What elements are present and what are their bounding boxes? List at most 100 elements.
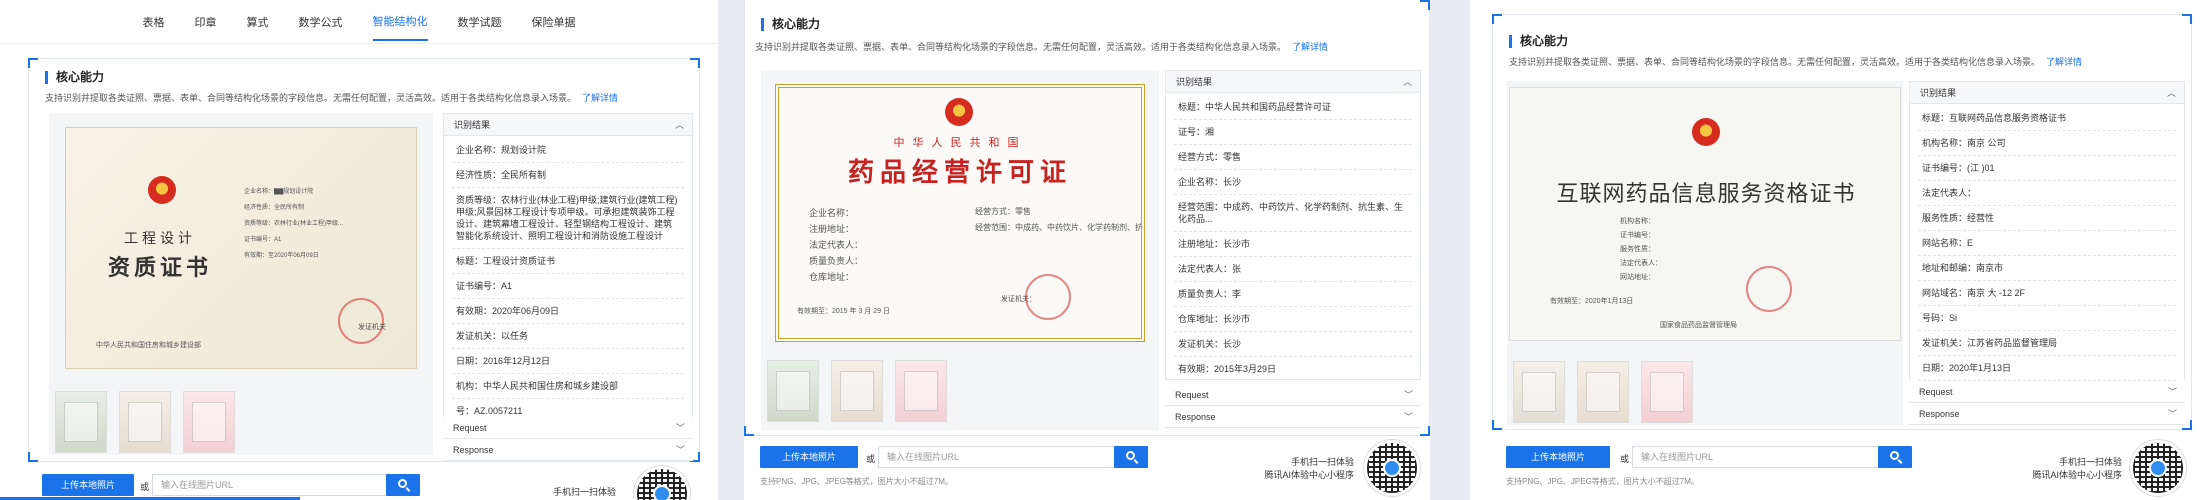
response-label: Response [1919, 409, 1960, 419]
response-toggle[interactable]: Response ﹀ [1165, 406, 1421, 428]
result-fields: 标题：互联网药品信息服务资格证书 机构名称：南京 公司 证书编号：(江 )01 法定代… [1910, 104, 2184, 383]
sample-thumbnail[interactable] [1577, 361, 1629, 423]
cert-issue-label: 发证机关 [358, 324, 386, 331]
upload-button[interactable]: 上传本地照片 [42, 474, 134, 496]
field-label: 证号： [1178, 127, 1206, 137]
field-value: 2020年1月13日 [1949, 363, 2012, 373]
field-label: 证书编号： [1922, 163, 1968, 173]
field-label: 机构名称： [1922, 138, 1968, 148]
nav-item[interactable]: 保险单据 [532, 4, 576, 40]
field-value: 南京 公司 [1967, 138, 2006, 148]
core-card: 核心能力 支持识别并提取各类证照、票据、表单、合同等结构化场景的字段信息。无需任… [1492, 14, 2192, 430]
result-field: 有效期：2015年3月29日 [1174, 357, 1412, 379]
field-label: 网站名称： [1922, 238, 1968, 248]
nav-item[interactable]: 算式 [247, 4, 269, 40]
field-value: 全民所有制 [501, 170, 547, 180]
field-label: 网站域名： [1922, 288, 1968, 298]
detail-link[interactable]: 了解详情 [2046, 57, 2082, 67]
result-header[interactable]: 识别结果 ︿ [444, 114, 692, 136]
sample-thumbnail[interactable] [1641, 361, 1693, 423]
field-value: 2015年3月29日 [1214, 364, 1277, 374]
result-field: 经营范围：中成药、中药饮片、化学药制剂、抗生素、生化药品... [1174, 195, 1412, 232]
field-label: 企业名称： [1178, 177, 1224, 187]
nav-item[interactable]: 表格 [143, 4, 165, 40]
field-value: 经营性 [1967, 213, 1995, 223]
field-label: 地址和邮编： [1922, 263, 1977, 273]
result-header[interactable]: 识别结果 ︿ [1166, 71, 1420, 93]
certificate-image: 中华人民共和国 药品经营许可证 企业名称： 注册地址： 法定代表人： 质量负责人： 仓库… [775, 84, 1145, 342]
field-value: 张 [1232, 264, 1242, 274]
result-field: 号码：Si [1918, 306, 2176, 331]
cloud-logo-icon [653, 485, 671, 500]
sample-thumbnail[interactable] [831, 360, 883, 422]
core-desc-text: 支持识别并提取各类证照、票据、表单、合同等结构化场景的字段信息。无需任何配置，灵… [755, 42, 1287, 52]
search-button[interactable] [386, 474, 420, 496]
upload-button[interactable]: 上传本地照片 [760, 446, 858, 468]
field-value: (江 )01 [1967, 163, 1995, 173]
sample-thumbnail[interactable] [1513, 361, 1565, 423]
result-field: 证书编号：A1 [452, 274, 684, 299]
cert-seal-icon [1025, 274, 1071, 320]
result-field: 网站域名：南京 大 -12 2F [1918, 281, 2176, 306]
cert-line: 服务性质： [1620, 246, 1655, 253]
nav-item[interactable]: 印章 [195, 4, 217, 40]
cert-issuer: 国家食品药品监督管理局 [1660, 322, 1737, 329]
scan-line1: 手机扫一扫体验 [1290, 457, 1354, 467]
field-label: 法定代表人： [1178, 264, 1233, 274]
core-card: 核心能力 支持识别并提取各类证照、票据、表单、合同等结构化场景的字段信息。无需任… [744, 0, 1430, 436]
result-field: 机构：中华人民共和国住房和城乡建设部 [452, 374, 684, 399]
panel-engineering-certificate: 表格 印章 算式 数学公式 智能结构化 数学试题 保险单据 核心能力 支持识别并提取各类证照… [0, 0, 718, 500]
result-fields: 企业名称：规划设计院 经济性质：全民所有制 资质等级：农林行业(林业工程)甲级;建筑… [444, 136, 692, 418]
result-fields: 标题：中华人民共和国药品经营许可证 证号：湘 经营方式：零售 企业名称：长沙 经营范围：… [1166, 93, 1420, 379]
field-label: 注册地址： [1178, 239, 1224, 249]
upload-button[interactable]: 上传本地照片 [1506, 446, 1610, 468]
scan-line2: 腾讯AI体验中心小程序 [2032, 470, 2122, 480]
field-label: 企业名称： [456, 145, 502, 155]
url-input[interactable]: 输入在线图片URL [152, 474, 388, 496]
result-field: 法定代表人： [1918, 181, 2176, 206]
sample-thumbnail[interactable] [895, 360, 947, 422]
result-field: 质量负责人：李 [1174, 282, 1412, 307]
search-button[interactable] [1114, 446, 1148, 468]
detail-link[interactable]: 了解详情 [1292, 42, 1328, 52]
url-input[interactable]: 输入在线图片URL [1632, 446, 1884, 468]
search-button[interactable] [1878, 446, 1912, 468]
field-label: 质量负责人： [1178, 289, 1233, 299]
nav-item[interactable]: 数学公式 [299, 4, 343, 40]
result-field: 网站名称：E [1918, 231, 2176, 256]
result-field: 标题：中华人民共和国药品经营许可证 [1174, 95, 1412, 120]
result-panel: 识别结果 ︿ 企业名称：规划设计院 经济性质：全民所有制 资质等级：农林行业(林业工程… [443, 113, 693, 419]
detail-link[interactable]: 了解详情 [582, 93, 618, 103]
nav-item[interactable]: 数学试题 [458, 4, 502, 40]
chevron-up-icon: ︿ [1402, 77, 1412, 87]
or-label: 或 [1620, 454, 1630, 464]
core-card: 核心能力 支持识别并提取各类证照、票据、表单、合同等结构化场景的字段信息。无需任… [28, 58, 700, 462]
nav-item[interactable]: 智能结构化 [372, 3, 428, 41]
url-input[interactable]: 输入在线图片URL [878, 446, 1128, 468]
request-toggle[interactable]: Request ﹀ [1165, 384, 1421, 406]
field-label: 发证机关： [1178, 339, 1224, 349]
result-field: 证书编号：(江 )01 [1918, 156, 2176, 181]
certificate-image: 互联网药品信息服务资格证书 机构名称： 证书编号： 服务性质： 法定代表人： 网站地址：… [1509, 87, 1901, 341]
cert-line: 企业名称：▇▇规划设计院 [244, 189, 314, 195]
sample-thumbnail[interactable] [183, 391, 235, 453]
result-panel: 识别结果 ︿ 标题：中华人民共和国药品经营许可证 证号：湘 经营方式：零售 企业名称：长… [1165, 70, 1421, 380]
response-toggle[interactable]: Response ﹀ [443, 439, 693, 461]
cert-title: 互联网药品信息服务资格证书 [1556, 182, 1856, 207]
chevron-up-icon: ︿ [2166, 88, 2176, 98]
sample-thumbnail[interactable] [55, 391, 107, 453]
request-toggle[interactable]: Request ﹀ [443, 417, 693, 439]
result-field: 标题：互联网药品信息服务资格证书 [1918, 106, 2176, 131]
request-toggle[interactable]: Request ﹀ [1909, 381, 2185, 403]
sample-thumbnail[interactable] [767, 360, 819, 422]
field-label: 标题： [1178, 102, 1206, 112]
cert-line: 经营范围：中成药、中药饮片、化学药制剂、抗生素、生化药品... [975, 223, 1143, 232]
chevron-down-icon: ﹀ [2167, 409, 2177, 419]
sample-thumbnail[interactable] [119, 391, 171, 453]
response-toggle[interactable]: Response ﹀ [1909, 403, 2185, 425]
field-value: 江苏省药品监督管理局 [1967, 338, 2058, 348]
field-value: A1 [501, 281, 513, 291]
result-header[interactable]: 识别结果 ︿ [1910, 82, 2184, 104]
field-value: 2016年12月12日 [483, 356, 551, 366]
image-preview: 互联网药品信息服务资格证书 机构名称： 证书编号： 服务性质： 法定代表人： 网站地址：… [1507, 81, 1903, 425]
